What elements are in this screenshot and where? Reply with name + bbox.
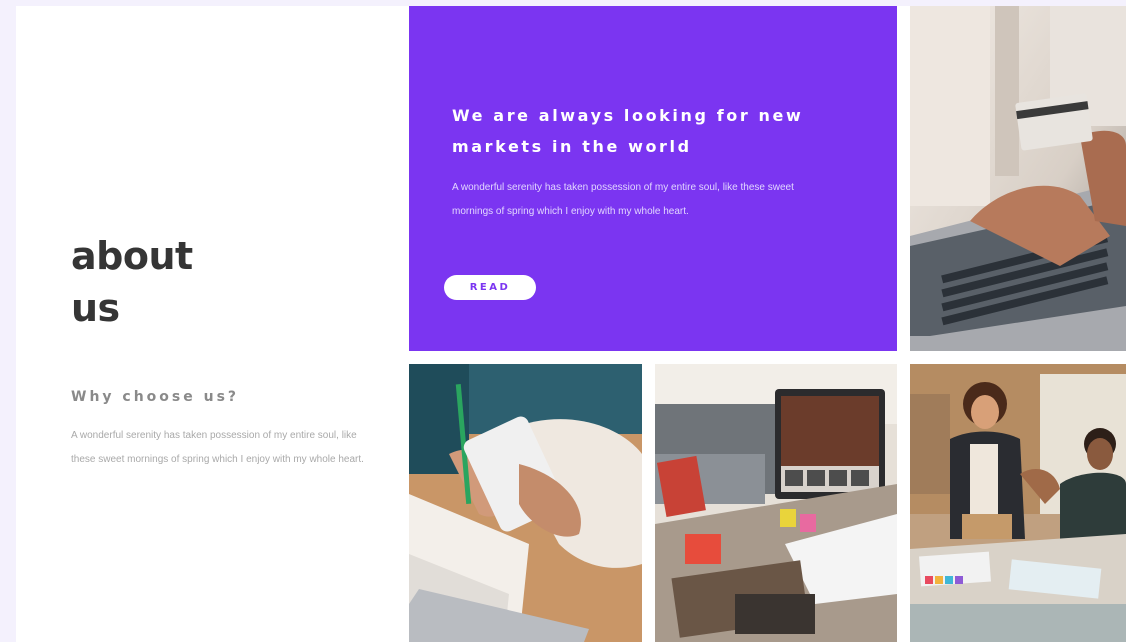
about-heading-line2: us (71, 286, 120, 330)
why-choose-us-text: A wonderful serenity has taken possessio… (71, 430, 364, 465)
feature-heading-line1: We are always looking for new (452, 106, 804, 125)
feature-card: We are always looking for new markets in… (409, 6, 897, 351)
photo-desk-monitor (655, 364, 897, 642)
why-choose-us-heading: Why choose us? (71, 389, 240, 405)
photo-notebook-phone (409, 364, 642, 642)
feature-heading: We are always looking for new markets in… (452, 100, 852, 162)
feature-heading-line2: markets in the world (452, 137, 692, 156)
about-heading: about us (71, 230, 193, 334)
about-heading-line1: about (71, 234, 193, 278)
feature-text: A wonderful serenity has taken possessio… (452, 182, 794, 217)
photo-office-meeting (910, 364, 1126, 642)
about-section: about us Why choose us? A wonderful sere… (16, 6, 1126, 642)
read-button[interactable]: READ (444, 275, 536, 300)
photo-laptop-credit-card (910, 6, 1126, 351)
